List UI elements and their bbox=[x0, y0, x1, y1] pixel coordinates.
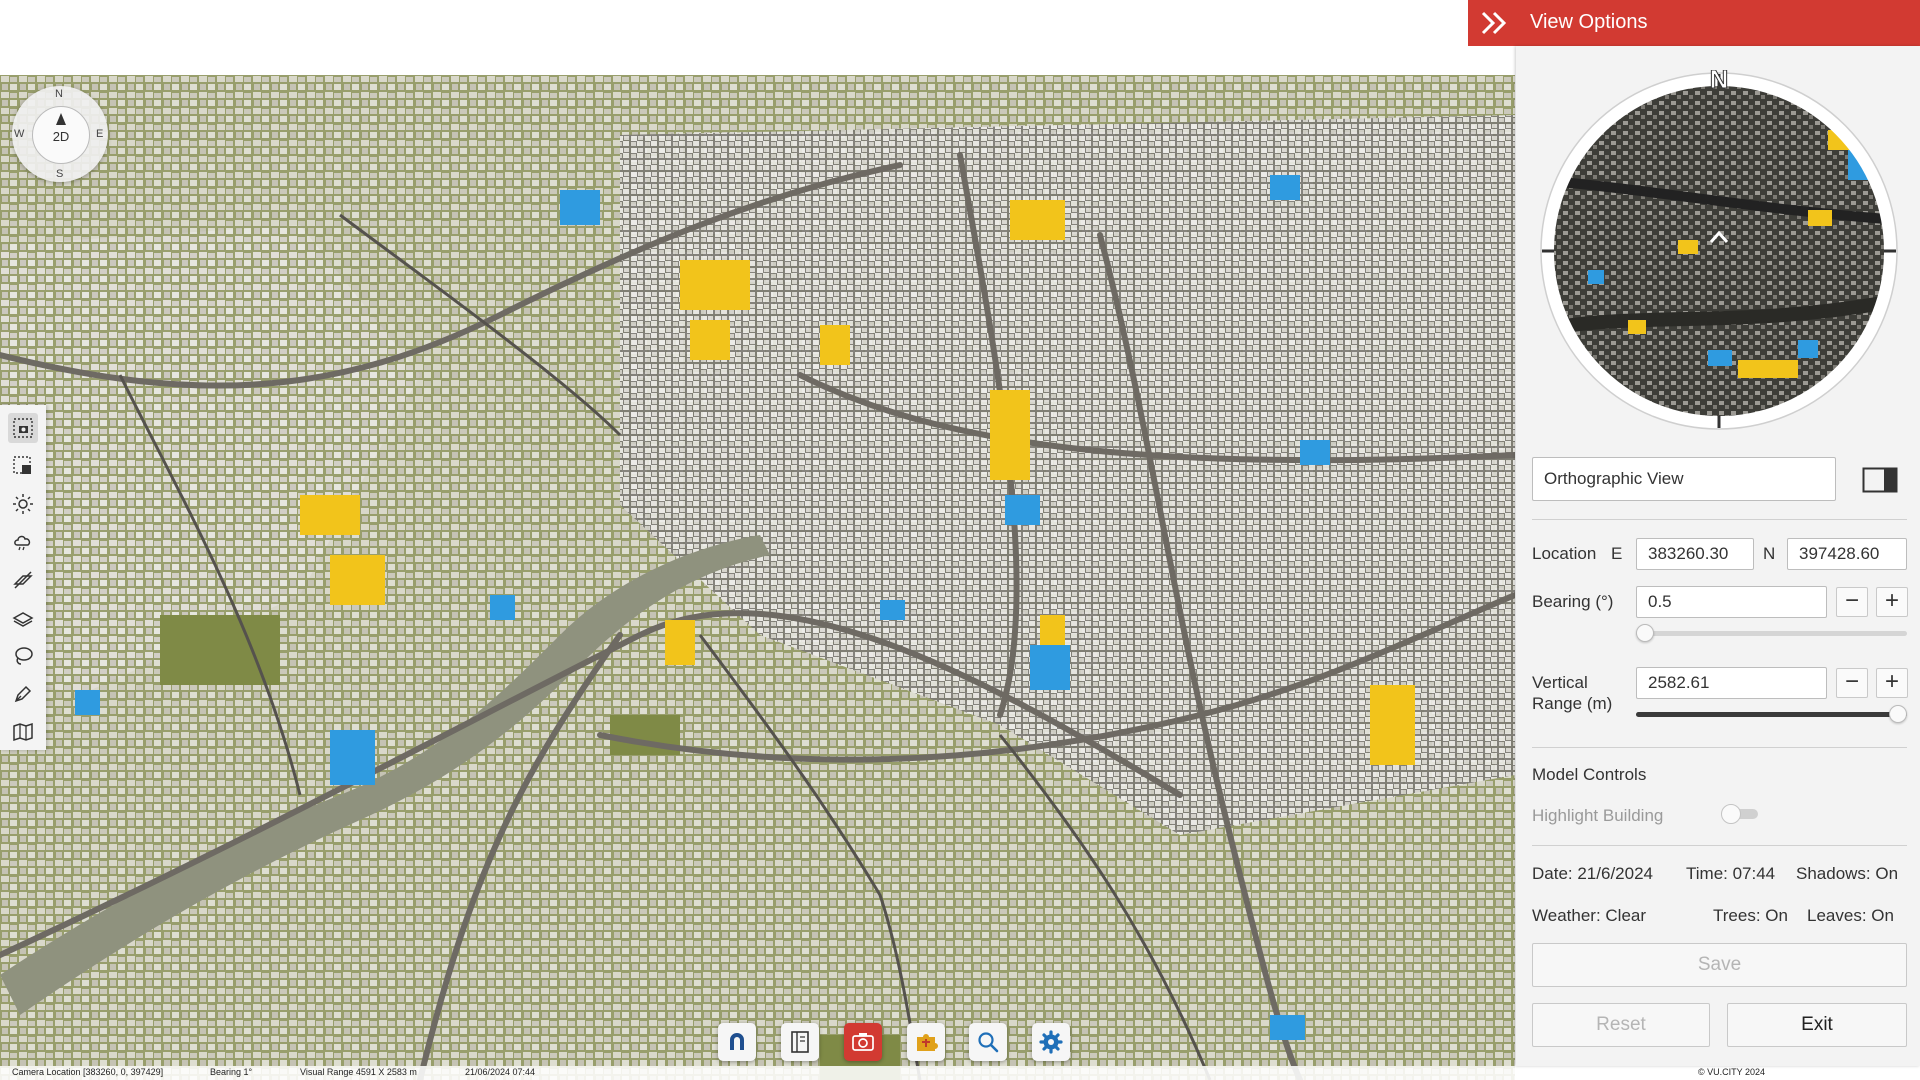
weather-cloud-icon[interactable] bbox=[8, 527, 38, 557]
left-toolbar bbox=[0, 405, 46, 750]
sun-icon[interactable] bbox=[8, 489, 38, 519]
city-map-view[interactable] bbox=[0, 75, 1515, 1080]
bearing-input[interactable]: 0.5 bbox=[1636, 586, 1827, 618]
camera-frame-icon[interactable] bbox=[8, 413, 38, 443]
bearing-increment-button[interactable]: + bbox=[1876, 587, 1908, 617]
vertical-range-slider-thumb[interactable] bbox=[1889, 705, 1907, 723]
puzzle-icon[interactable] bbox=[907, 1023, 945, 1061]
exit-button[interactable]: Exit bbox=[1727, 1003, 1907, 1047]
info-date: Date: 21/6/2024 bbox=[1532, 864, 1653, 883]
bearing-decrement-button[interactable]: − bbox=[1836, 587, 1868, 617]
crop-select-icon[interactable] bbox=[8, 451, 38, 481]
minimap-north-label: N bbox=[1710, 70, 1729, 94]
vertical-range-increment-button[interactable]: + bbox=[1876, 668, 1908, 698]
divider bbox=[1532, 519, 1907, 520]
location-label: Location bbox=[1532, 544, 1597, 563]
vertical-range-slider-fill bbox=[1636, 712, 1907, 717]
info-shadows: Shadows: On bbox=[1796, 864, 1899, 883]
status-copyright: © VU.CITY 2024 bbox=[1698, 1067, 1765, 1077]
status-visual-range: Visual Range 4591 X 2583 m bbox=[300, 1067, 417, 1077]
view-mode-select[interactable]: Orthographic View bbox=[1532, 457, 1836, 501]
camera-icon[interactable] bbox=[844, 1023, 882, 1061]
panel-view-icon[interactable] bbox=[1862, 467, 1898, 493]
document-icon[interactable] bbox=[781, 1023, 819, 1061]
compass-w-label: W bbox=[14, 128, 25, 140]
vertical-range-decrement-button[interactable]: − bbox=[1836, 668, 1868, 698]
divider bbox=[1532, 845, 1907, 846]
highlight-building-toggle-knob[interactable] bbox=[1721, 804, 1741, 824]
map-compass[interactable]: N E S W 2D bbox=[12, 86, 108, 182]
vertical-range-label-line2: Range (m) bbox=[1532, 694, 1613, 713]
status-camera-location: Camera Location [383260, 0, 397429] bbox=[12, 1067, 164, 1077]
compass-s-label: S bbox=[56, 168, 64, 180]
location-e-input[interactable]: 383260.30 bbox=[1636, 538, 1754, 570]
save-button[interactable]: Save bbox=[1532, 943, 1907, 987]
info-time: Time: 07:44 bbox=[1686, 864, 1776, 883]
compass-e-label: E bbox=[96, 128, 104, 140]
shadow-toggle-icon[interactable] bbox=[8, 565, 38, 595]
bearing-label: Bearing (°) bbox=[1532, 592, 1614, 611]
search-icon[interactable] bbox=[969, 1023, 1007, 1061]
minimap-compass[interactable]: N bbox=[1538, 70, 1900, 432]
vertical-range-input[interactable]: 2582.61 bbox=[1636, 667, 1827, 699]
panel-title: View Options bbox=[1530, 11, 1648, 33]
model-controls-heading: Model Controls bbox=[1532, 765, 1647, 784]
map-book-icon[interactable] bbox=[8, 717, 38, 747]
status-bar: Camera Location [383260, 0, 397429] Bear… bbox=[0, 1066, 1920, 1080]
magnet-icon[interactable] bbox=[718, 1023, 756, 1061]
vertical-range-label-line1: Vertical bbox=[1532, 673, 1588, 692]
location-n-input[interactable]: 397428.60 bbox=[1787, 538, 1907, 570]
view-options-header: View Options bbox=[1468, 0, 1920, 46]
settings-icon[interactable] bbox=[1032, 1023, 1070, 1061]
status-bearing: Bearing 1° bbox=[210, 1067, 253, 1077]
layers-icon[interactable] bbox=[8, 603, 38, 633]
measure-pen-icon[interactable] bbox=[8, 679, 38, 709]
compass-dial[interactable]: 2D bbox=[32, 106, 90, 164]
bearing-slider-thumb[interactable] bbox=[1636, 624, 1654, 642]
view-mode-2d-toggle[interactable]: 2D bbox=[33, 129, 89, 144]
collapse-panel-icon[interactable] bbox=[1480, 10, 1510, 36]
info-trees: Trees: On bbox=[1713, 906, 1788, 925]
city-map-render bbox=[0, 75, 1515, 1080]
status-datetime: 21/06/2024 07:44 bbox=[465, 1067, 536, 1077]
location-e-label: E bbox=[1611, 544, 1623, 563]
info-weather: Weather: Clear bbox=[1532, 906, 1647, 925]
highlight-building-label: Highlight Building bbox=[1532, 806, 1664, 825]
info-leaves: Leaves: On bbox=[1807, 906, 1894, 925]
reset-button[interactable]: Reset bbox=[1532, 1003, 1710, 1047]
divider bbox=[1532, 747, 1907, 748]
north-pointer-icon bbox=[56, 113, 66, 125]
compass-n-label: N bbox=[55, 88, 63, 100]
location-n-label: N bbox=[1763, 544, 1776, 563]
bearing-slider-track[interactable] bbox=[1636, 631, 1907, 636]
lasso-icon[interactable] bbox=[8, 641, 38, 671]
